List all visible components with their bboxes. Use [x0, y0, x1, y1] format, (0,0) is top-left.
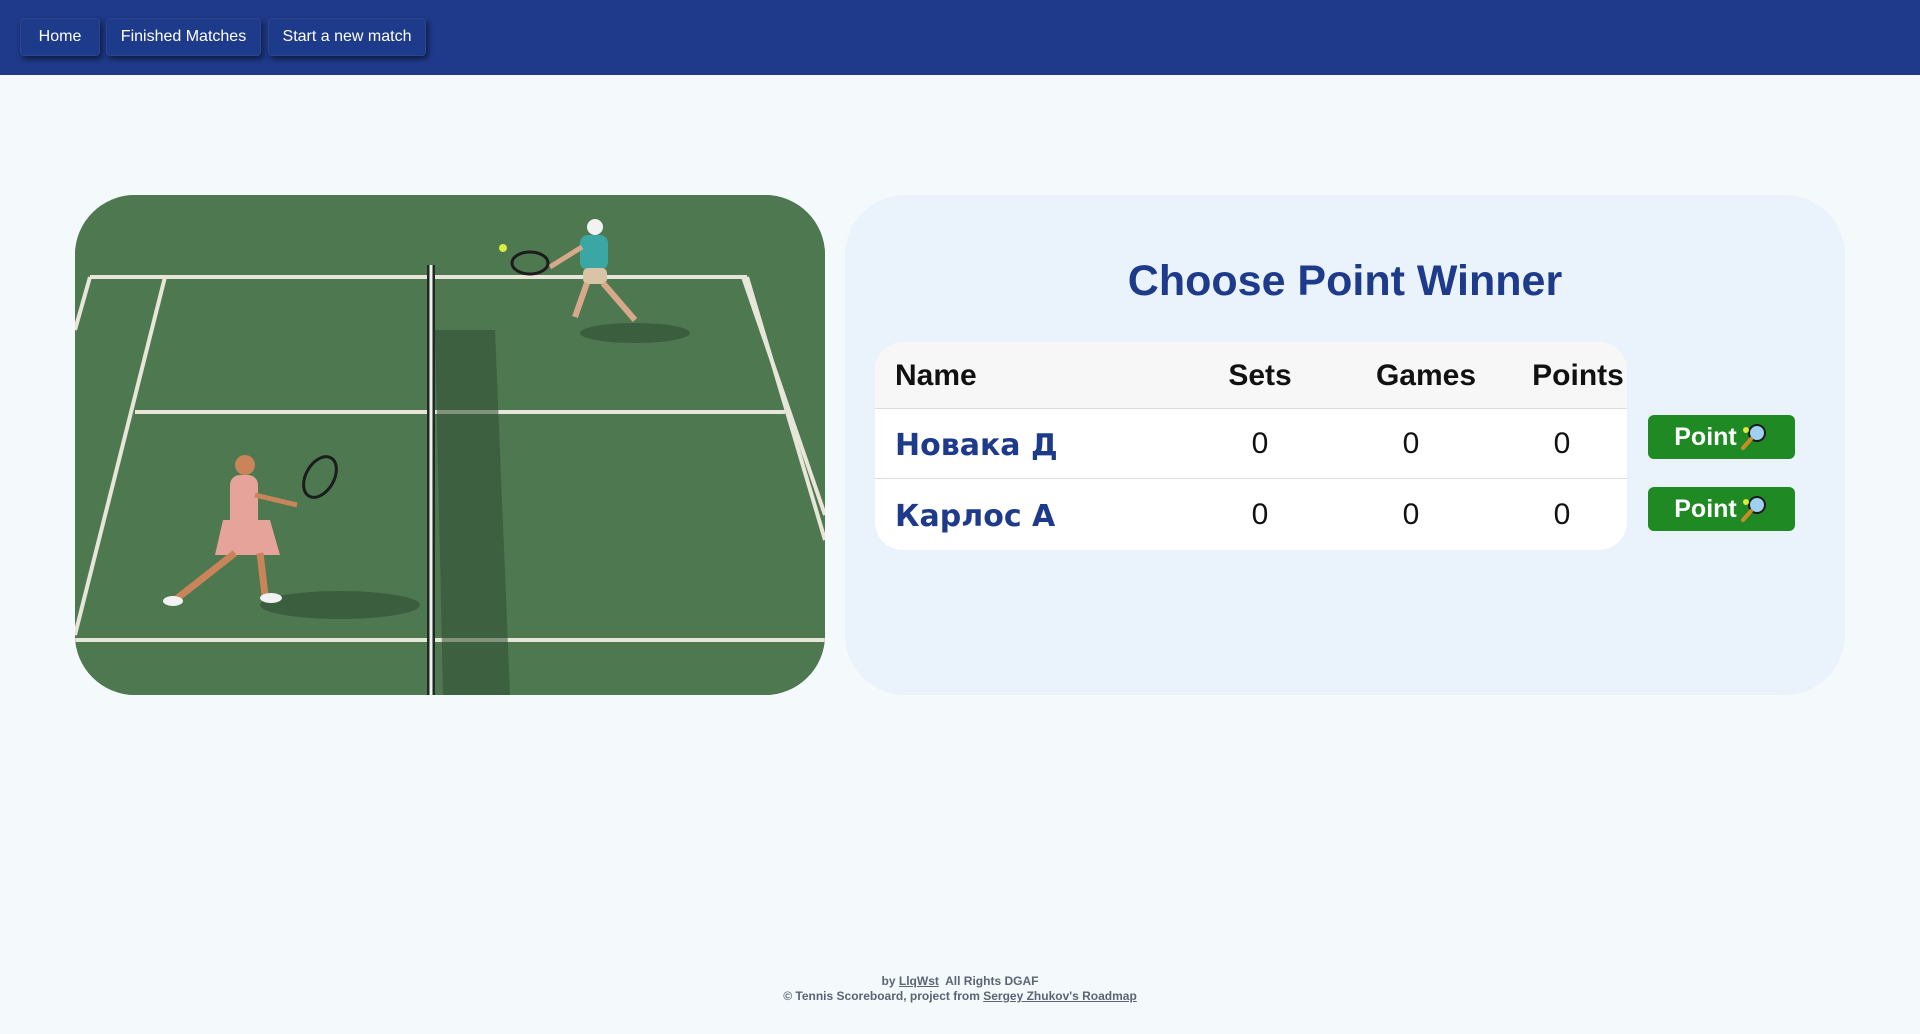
scoreboard-panel: Choose Point Winner Name Sets Games Poin…: [845, 195, 1845, 695]
author-link[interactable]: LlqWst: [899, 974, 939, 988]
tennis-racket-icon: [1739, 422, 1769, 452]
tennis-racket-icon: [1739, 494, 1769, 524]
header-name: Name: [895, 359, 977, 392]
header-games: Games: [1375, 359, 1477, 392]
player-points: 0: [1553, 498, 1571, 531]
player-games: 0: [1402, 498, 1420, 531]
footer-line-1: by LlqWst All Rights DGAF: [0, 974, 1920, 989]
footer: by LlqWst All Rights DGAF © Tennis Score…: [0, 974, 1920, 1004]
panel-title: Choose Point Winner: [1127, 257, 1563, 305]
point-button-player-1[interactable]: Point: [1648, 415, 1795, 459]
point-button-player-2[interactable]: Point: [1648, 487, 1795, 531]
footer-copyright: © Tennis Scoreboard, project from: [783, 989, 980, 1003]
nav-home-button[interactable]: Home: [20, 18, 100, 56]
tennis-court-photo: [75, 195, 825, 695]
table-header-row: Name Sets Games Points: [875, 342, 1627, 409]
player-name: Новака Д: [895, 428, 1058, 463]
table-row: Новака Д 0 0 0: [875, 409, 1627, 479]
point-button-label: Point: [1674, 494, 1737, 523]
player-points: 0: [1553, 427, 1571, 460]
nav-finished-matches-button[interactable]: Finished Matches: [106, 18, 261, 56]
player-sets: 0: [1251, 427, 1269, 460]
top-nav-bar: Home Finished Matches Start a new match: [0, 0, 1920, 75]
footer-rights: All Rights DGAF: [945, 974, 1039, 988]
roadmap-link[interactable]: Sergey Zhukov's Roadmap: [983, 989, 1137, 1003]
player-name: Карлос А: [895, 499, 1056, 534]
score-table: Name Sets Games Points Новака Д 0 0 0 Ка…: [875, 342, 1627, 550]
player-games: 0: [1402, 427, 1420, 460]
player-sets: 0: [1251, 498, 1269, 531]
footer-line-2: © Tennis Scoreboard, project from Sergey…: [0, 989, 1920, 1004]
header-points: Points: [1532, 359, 1624, 392]
header-sets: Sets: [1228, 359, 1292, 392]
table-row: Карлос А 0 0 0: [875, 480, 1627, 550]
footer-by: by: [881, 974, 896, 988]
nav-new-match-button[interactable]: Start a new match: [268, 18, 426, 56]
point-button-label: Point: [1674, 422, 1737, 451]
tennis-court-illustration: [75, 195, 825, 695]
